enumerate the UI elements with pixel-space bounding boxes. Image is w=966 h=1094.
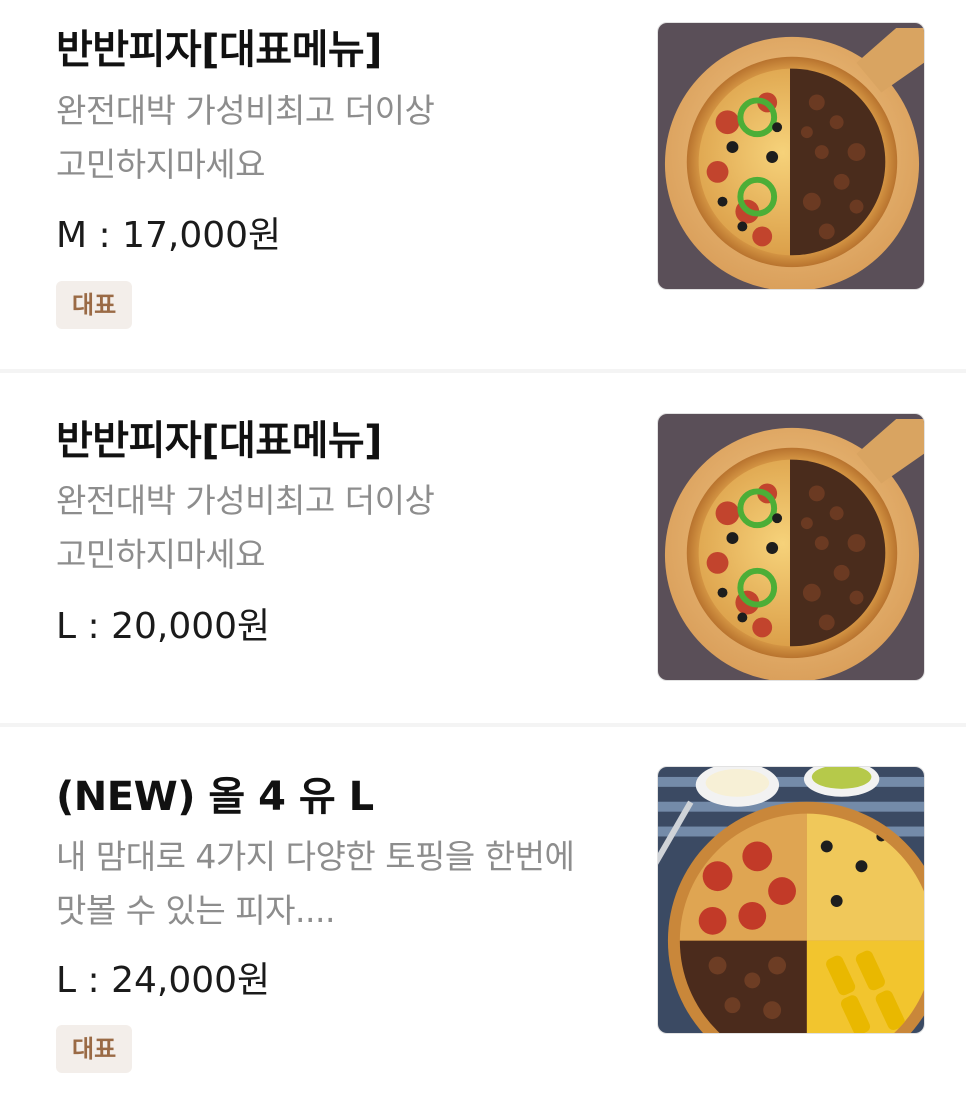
menu-item-price: M : 17,000원 <box>56 215 282 256</box>
half-and-half-pizza-photo-icon[interactable] <box>657 22 925 290</box>
menu-item-name: (NEW) 올 4 유 L <box>56 774 374 820</box>
description-line: 완전대박 가성비최고 더이상 <box>56 481 435 520</box>
description-line: 내 맘대로 4가지 다양한 토핑을 한번에 <box>56 837 575 876</box>
four-topping-pizza-photo-icon[interactable] <box>657 766 925 1034</box>
pizza-image <box>658 767 924 1033</box>
description-line: 완전대박 가성비최고 더이상 <box>56 91 435 130</box>
menu-list: 반반피자[대표메뉴] 완전대박 가성비최고 더이상 고민하지마세요 M : 17… <box>0 0 966 1094</box>
description-line: 맛볼 수 있는 피자.... <box>56 891 335 930</box>
signature-badge: 대표 <box>56 1025 133 1073</box>
pizza-image <box>658 414 924 680</box>
menu-item[interactable]: 반반피자[대표메뉴] 완전대박 가성비최고 더이상 고민하지마세요 L : 20… <box>0 373 966 723</box>
menu-item[interactable]: (NEW) 올 4 유 L 내 맘대로 4가지 다양한 토핑을 한번에 맛볼 수… <box>0 727 966 1094</box>
menu-item-price: L : 20,000원 <box>56 606 271 647</box>
menu-item-description: 완전대박 가성비최고 더이상 고민하지마세요 <box>56 84 636 192</box>
description-line: 고민하지마세요 <box>56 535 266 574</box>
pizza-image <box>658 23 924 289</box>
menu-item-name: 반반피자[대표메뉴] <box>56 418 382 464</box>
half-and-half-pizza-photo-icon[interactable] <box>657 413 925 681</box>
menu-item-price: L : 24,000원 <box>56 960 271 1001</box>
menu-item[interactable]: 반반피자[대표메뉴] 완전대박 가성비최고 더이상 고민하지마세요 M : 17… <box>0 0 966 369</box>
menu-item-description: 완전대박 가성비최고 더이상 고민하지마세요 <box>56 474 636 582</box>
description-line: 고민하지마세요 <box>56 145 266 184</box>
signature-badge: 대표 <box>56 281 133 329</box>
menu-item-name: 반반피자[대표메뉴] <box>56 27 382 73</box>
menu-item-description: 내 맘대로 4가지 다양한 토핑을 한번에 맛볼 수 있는 피자.... <box>56 830 636 938</box>
